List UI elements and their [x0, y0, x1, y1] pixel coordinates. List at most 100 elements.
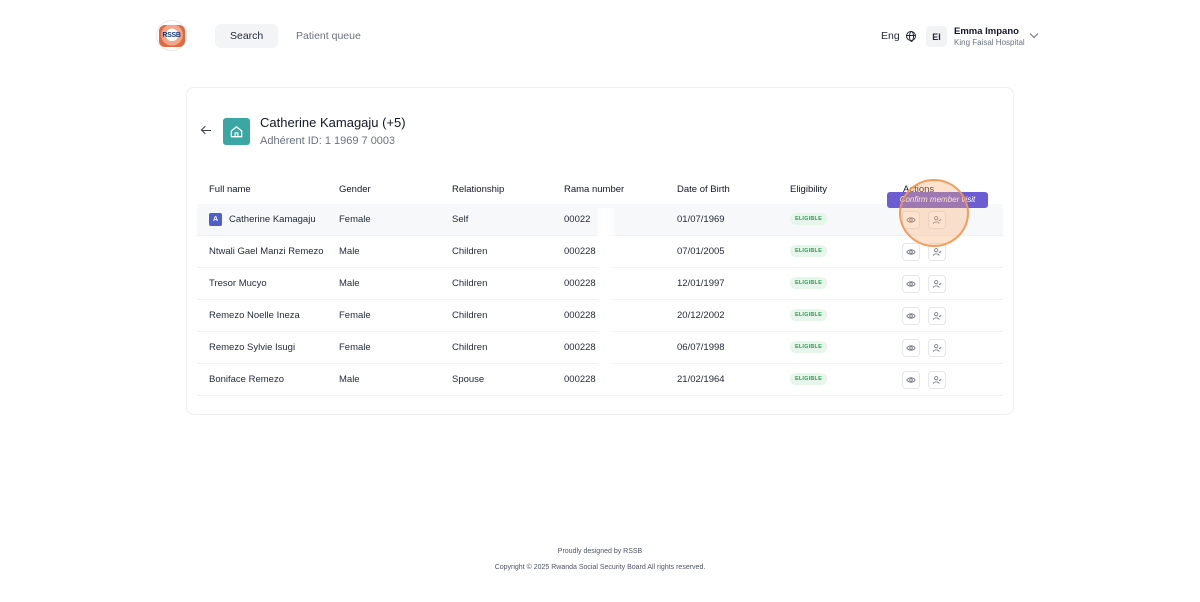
cell-eligibility: ELIGIBLE [790, 204, 827, 236]
user-check-icon [932, 343, 942, 353]
user-check-icon [932, 215, 942, 225]
redaction-blur [597, 208, 615, 391]
confirm-member-visit-button[interactable] [928, 371, 946, 389]
eligible-badge: ELIGIBLE [790, 213, 827, 226]
eye-icon [906, 247, 916, 257]
confirm-member-visit-button[interactable] [928, 275, 946, 293]
rssb-logo[interactable]: RSSB [156, 20, 187, 51]
family-title: Catherine Kamagaju (+5) [260, 115, 406, 130]
cell-rama-number: 000228 [564, 246, 596, 257]
header-full-name: Full name [209, 184, 251, 195]
cell-date-of-birth: 21/02/1964 [677, 374, 725, 385]
cell-date-of-birth: 06/07/1998 [677, 342, 725, 353]
eye-icon [906, 215, 916, 225]
user-check-icon [932, 311, 942, 321]
confirm-member-visit-button[interactable] [928, 307, 946, 325]
cell-gender: Male [339, 278, 360, 289]
cell-eligibility: ELIGIBLE [790, 300, 827, 332]
member-name: Boniface Remezo [209, 374, 284, 385]
cell-date-of-birth: 07/01/2005 [677, 246, 725, 257]
user-check-icon [932, 247, 942, 257]
chevron-down-icon[interactable] [1029, 29, 1039, 39]
top-header: RSSB Search Patient queue Eng EI Emma Im… [0, 0, 1200, 72]
confirm-visit-tooltip: Confirm member visit [887, 192, 988, 208]
cell-gender: Male [339, 246, 360, 257]
view-member-button[interactable] [902, 371, 920, 389]
eligible-badge: ELIGIBLE [790, 245, 827, 258]
tab-search[interactable]: Search [215, 24, 279, 48]
adherent-id: Adhérent ID: 1 1969 7 0003 [260, 135, 396, 147]
footer-copyright: Copyright © 2025 Rwanda Social Security … [494, 564, 706, 571]
member-name: Catherine Kamagaju [229, 214, 316, 225]
header-gender: Gender [339, 184, 371, 195]
footer-credit: Proudly designed by RSSB [557, 548, 643, 555]
globe-icon [905, 31, 916, 42]
cell-relationship: Self [452, 214, 469, 225]
cell-eligibility: ELIGIBLE [790, 236, 827, 268]
eligible-badge: ELIGIBLE [790, 373, 827, 386]
view-member-button[interactable] [902, 211, 920, 229]
cell-full-name: Remezo Sylvie Isugi [209, 332, 295, 364]
tab-patient-queue[interactable]: Patient queue [281, 24, 376, 48]
confirm-member-visit-button[interactable] [928, 243, 946, 261]
cell-relationship: Children [452, 342, 488, 353]
self-member-badge: A [209, 212, 222, 226]
confirm-member-visit-button[interactable] [928, 339, 946, 357]
user-check-icon [932, 279, 942, 289]
cell-full-name: Remezo Noelle Ineza [209, 300, 300, 332]
cell-rama-number: 000228 [564, 374, 596, 385]
cell-relationship: Children [452, 278, 488, 289]
cell-full-name: Boniface Remezo [209, 364, 284, 396]
view-member-button[interactable] [902, 339, 920, 357]
logo-text: RSSB [158, 24, 185, 47]
cell-rama-number: 000228 [564, 278, 596, 289]
cell-gender: Male [339, 374, 360, 385]
cell-gender: Female [339, 214, 371, 225]
household-badge [223, 118, 250, 145]
cell-eligibility: ELIGIBLE [790, 332, 827, 364]
header-eligibility: Eligibility [790, 184, 827, 195]
redaction-blur [394, 133, 440, 147]
cell-eligibility: ELIGIBLE [790, 364, 827, 396]
member-name: Remezo Sylvie Isugi [209, 342, 296, 353]
eligible-badge: ELIGIBLE [790, 341, 827, 354]
cell-gender: Female [339, 342, 371, 353]
user-hospital: King Faisal Hospital [954, 38, 1025, 47]
cell-eligibility: ELIGIBLE [790, 268, 827, 300]
cell-full-name: Tresor Mucyo [209, 268, 267, 300]
eye-icon [906, 375, 916, 385]
cell-relationship: Spouse [452, 374, 485, 385]
home-icon [230, 126, 243, 138]
back-arrow-icon[interactable] [201, 124, 213, 136]
cell-date-of-birth: 01/07/1969 [677, 214, 725, 225]
header-rama-number: Rama number [564, 184, 625, 195]
confirm-member-visit-button[interactable] [928, 211, 946, 229]
cell-rama-number: 000228 [564, 342, 596, 353]
header-relationship: Relationship [452, 184, 505, 195]
cell-relationship: Children [452, 310, 488, 321]
eye-icon [906, 343, 916, 353]
view-member-button[interactable] [902, 243, 920, 261]
view-member-button[interactable] [902, 275, 920, 293]
language-label: Eng [881, 30, 900, 42]
cell-date-of-birth: 20/12/2002 [677, 310, 725, 321]
cell-rama-number: 000228 [564, 310, 596, 321]
cell-gender: Female [339, 310, 371, 321]
member-name: Tresor Mucyo [209, 278, 267, 289]
cell-relationship: Children [452, 246, 488, 257]
language-selector[interactable]: Eng [881, 30, 916, 42]
user-name: Emma Impano [954, 26, 1019, 37]
eye-icon [906, 311, 916, 321]
header-date-of-birth: Date of Birth [677, 184, 730, 195]
cell-date-of-birth: 12/01/1997 [677, 278, 725, 289]
eye-icon [906, 279, 916, 289]
user-check-icon [932, 375, 942, 385]
eligible-badge: ELIGIBLE [790, 277, 827, 290]
view-member-button[interactable] [902, 307, 920, 325]
cell-full-name: Ntwali Gael Manzi Remezo [209, 236, 324, 268]
cell-rama-number: 00022 [564, 214, 591, 225]
member-name: Ntwali Gael Manzi Remezo [209, 246, 324, 257]
eligible-badge: ELIGIBLE [790, 309, 827, 322]
avatar[interactable]: EI [926, 26, 947, 47]
cell-full-name: A Catherine Kamagaju [209, 204, 316, 236]
